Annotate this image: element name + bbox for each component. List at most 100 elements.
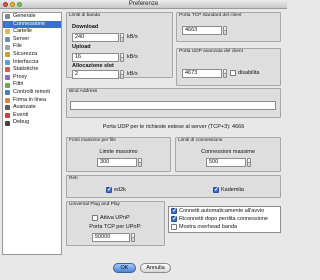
udp-disable-label: disabilita [238,70,260,76]
bandwidth-group: Limiti di banda Download 240 kB/s Upload… [66,12,173,79]
network-icon [5,21,10,27]
max-connections-field[interactable]: 500 [206,158,246,167]
sidebar-item-avanzate[interactable]: Avanzate [3,104,61,112]
udp-disable-checkbox[interactable] [230,70,236,76]
folder-icon [5,29,10,35]
upnp-port-field[interactable]: 50000 [92,233,130,242]
option-row[interactable]: Connetti automaticamente all'avvio [169,207,280,215]
signature-icon [5,97,10,103]
sidebar-item-controlli-remoti[interactable]: Controlli remoti [3,89,61,97]
sidebar-item-generale[interactable]: Generale [3,13,61,21]
upnp-enable-label: Attiva UPnP [100,215,130,221]
max-connections-label: Connessioni massime [201,149,255,155]
tcp-port-stepper[interactable] [223,26,227,35]
option-checkbox[interactable] [171,215,177,223]
udp-port-group: Porta UDP avanzata del client 4673 disab… [176,48,281,86]
advanced-icon [5,105,10,111]
upload-label: Upload [72,44,91,50]
sidebar-item-label: Server [13,35,30,42]
option-label: Riconnetti dopo perdita connessione [179,216,268,222]
option-row[interactable]: Mostra overhead banda [169,223,280,231]
download-label: Download [72,24,99,30]
sidebar-item-label: Cartelle [13,28,32,35]
ok-button[interactable]: OK [113,263,136,273]
tcp-port-field[interactable]: 4663 [182,26,222,35]
option-label: Connetti automaticamente all'avvio [179,208,265,214]
sidebar-item-cartelle[interactable]: Cartelle [3,28,61,36]
download-unit: kB/s [127,34,138,40]
upnp-enable-checkbox[interactable] [92,215,98,221]
sidebar-item-firma-in-linea[interactable]: Firma in linea [3,97,61,105]
sidebar-item-label: Filtri [13,81,24,88]
chart-icon [5,67,10,73]
cancel-button[interactable]: Annulla [140,263,171,273]
sidebar-item-label: Firma in linea [13,96,47,103]
sidebar-item-interfaccia[interactable]: Interfaccia [3,59,61,67]
upload-stepper[interactable] [120,53,124,62]
sources-limit-field[interactable]: 300 [97,158,137,167]
sidebar-item-label: Interfaccia [13,58,39,65]
download-stepper[interactable] [120,33,124,42]
option-label: Mostra overhead banda [179,224,238,230]
sidebar-item-connessione[interactable]: Connessione [3,20,61,29]
networks-title: Reti [69,176,78,181]
slot-field[interactable]: 2 [72,70,119,79]
shield-icon [5,52,10,58]
ed2k-label: ed2k [114,187,126,193]
sidebar-item-file[interactable]: File [3,43,61,51]
sidebar-item-sicurezza[interactable]: Sicurezza [3,51,61,59]
kademlia-label: Kademlia [221,187,244,193]
event-icon [5,113,10,119]
bind-address-field[interactable] [70,101,276,110]
window-title: Preferenze [128,1,159,7]
upnp-port-stepper[interactable] [131,233,135,242]
slot-label: Allocazione slot [72,63,114,69]
connection-limits-group: Limiti di connessione Connessioni massim… [175,137,281,172]
sidebar-item-label: Statistiche [13,66,39,73]
sidebar-item-label: File [13,43,22,50]
sidebar-item-label: Proxy [13,73,28,80]
sidebar-item-label: Eventi [13,111,29,118]
sidebar-item-label: Avanzate [13,104,36,111]
sidebar-item-label: Debug [13,119,30,126]
sidebar-item-label: Connessione [13,20,46,27]
ed2k-checkbox[interactable] [106,186,112,193]
sidebar-item-eventi[interactable]: Eventi [3,112,61,120]
sources-limit-stepper[interactable] [138,158,142,167]
remote-icon [5,90,10,96]
slot-unit: kB/s [127,71,138,77]
kademlia-checkbox[interactable] [213,186,219,193]
upload-unit: kB/s [127,54,138,60]
option-row[interactable]: Riconnetti dopo perdita connessione [169,215,280,223]
proxy-icon [5,75,10,81]
sidebar-item-statistiche[interactable]: Statistiche [3,66,61,74]
udp-port-title: Porta UDP avanzata del client [179,49,243,54]
sidebar: Generale Connessione Cartelle Server File Sic… [2,12,62,255]
tcp-port-group: Porta TCP standard del client 4663 [176,12,281,42]
udp-port-stepper[interactable] [223,69,227,78]
sidebar-item-label: Sicurezza [13,50,38,57]
option-checkbox[interactable] [171,207,177,215]
sidebar-item-proxy[interactable]: Proxy [3,74,61,82]
udp-port-field[interactable]: 4673 [182,69,222,78]
upload-field[interactable]: 16 [72,53,119,62]
option-checkbox[interactable] [171,224,177,230]
sidebar-item-label: Generale [13,13,36,19]
sidebar-item-filtri[interactable]: Filtri [3,81,61,89]
tcp-port-title: Porta TCP standard del client [179,13,242,18]
bind-address-title: Bind Address [69,89,98,94]
sources-limit-label: Limite massimo [99,149,138,155]
udp-server-info: Porta UDP per le richieste estese al ser… [102,124,245,130]
sidebar-item-server[interactable]: Server [3,36,61,44]
connection-limits-title: Limiti di connessione [178,138,223,143]
sources-title: Fonti massime per file [69,138,116,143]
upnp-title: Universal Plug and Play [69,202,120,207]
sources-group: Fonti massime per file Limite massimo 30… [66,137,171,172]
window-icon [5,59,10,65]
download-field[interactable]: 240 [72,33,119,42]
sidebar-item-debug[interactable]: Debug [3,119,61,127]
max-connections-stepper[interactable] [247,158,251,167]
gear-icon [5,14,10,20]
slot-stepper[interactable] [120,70,124,79]
bandwidth-title: Limiti di banda [69,13,100,18]
